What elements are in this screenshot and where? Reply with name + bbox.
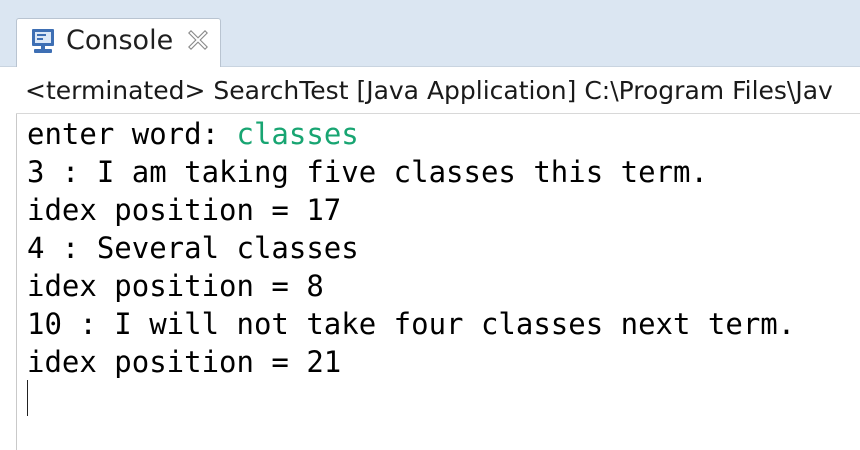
- console-line: idex position = 21: [27, 345, 342, 379]
- console-prompt: enter word:: [27, 117, 237, 151]
- text-caret: [27, 380, 28, 416]
- console-line: idex position = 17: [27, 193, 342, 227]
- console-view: Console <terminated> SearchTest [Java Ap…: [0, 0, 860, 450]
- view-tab-bar: Console: [0, 0, 860, 68]
- close-x-icon[interactable]: [188, 30, 208, 50]
- tab-console[interactable]: Console: [16, 18, 221, 68]
- console-output: enter word: classes 3 : I am taking five…: [27, 115, 795, 381]
- console-output-area[interactable]: enter word: classes 3 : I am taking five…: [16, 114, 860, 450]
- console-line: 3 : I am taking five classes this term.: [27, 155, 708, 189]
- console-user-input: classes: [236, 117, 359, 151]
- console-monitor-icon: [31, 28, 55, 54]
- tab-console-label: Console: [66, 25, 174, 56]
- console-prompt-line: enter word: classes: [27, 115, 795, 153]
- console-line: idex position = 8: [27, 269, 324, 303]
- console-line: 10 : I will not take four classes next t…: [27, 307, 796, 341]
- console-status-bar: <terminated> SearchTest [Java Applicatio…: [16, 67, 860, 114]
- console-line: 4 : Several classes: [27, 231, 359, 265]
- launch-status-text: <terminated> SearchTest [Java Applicatio…: [25, 76, 833, 105]
